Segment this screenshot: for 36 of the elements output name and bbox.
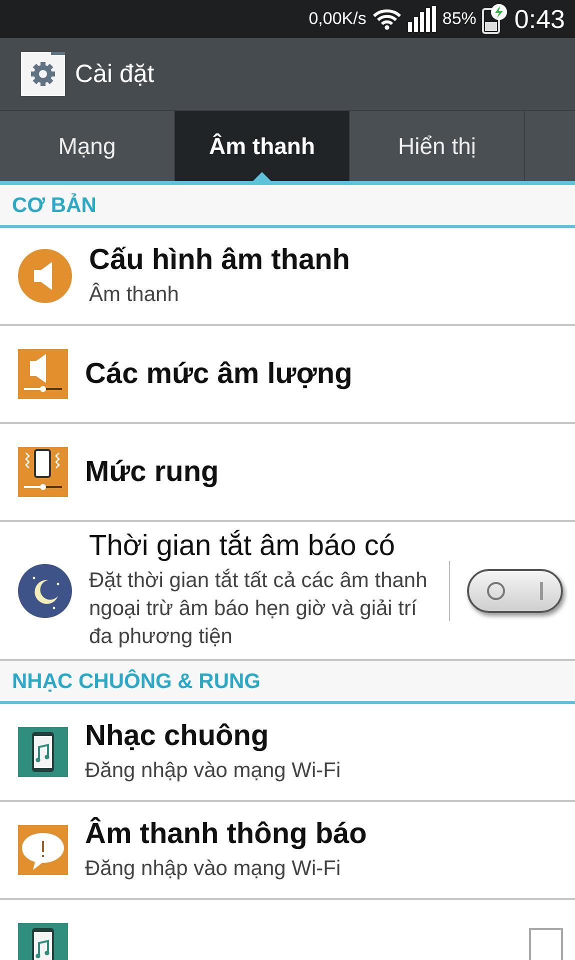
row-subtitle: Âm thanh [89,282,180,308]
battery-charging-icon [482,4,508,34]
speech-bubble-icon [18,825,68,875]
tab[interactable]: Mạng [0,111,175,181]
battery-percent: 85% [442,9,476,29]
checkbox[interactable] [529,928,563,960]
row-title: Thời gian tắt âm báo có [89,530,396,563]
row-title: Âm thanh thông báo [85,818,368,850]
app-title: Cài đặt [75,60,154,88]
network-speed: 0,00K/s [308,9,366,29]
row-subtitle: Đặt thời gian tắt tất cả các âm thanh ngoại trừ âm báo hẹn giờ và giải trí đa phương tiện [89,568,428,650]
section-header: CƠ BẢN [0,185,575,228]
settings-row[interactable]: Cấu hình âm thanh Âm thanh [0,228,575,326]
row-title: Cấu hình âm thanh [89,244,351,276]
clock: 0:43 [514,4,565,34]
row-subtitle: Đăng nhập vào mạng Wi-Fi [85,856,342,882]
volume-slider-icon [18,349,68,399]
speaker-icon [18,249,72,303]
settings-row[interactable]: Mức rung [0,424,575,522]
tab[interactable]: Hiển thị [350,111,525,181]
tab[interactable]: Âm thanh [175,111,350,181]
vibrating-phone-icon [18,447,68,497]
section-header: NHẠC CHUÔNG & RUNG [0,661,575,704]
toggle-switch[interactable] [467,568,563,612]
row-subtitle: Đăng nhập vào mạng Wi-Fi [85,758,342,784]
settings-row[interactable]: Các mức âm lượng [0,326,575,424]
moon-icon [18,564,72,618]
signal-icon [408,6,436,32]
row-title: Các mức âm lượng [85,358,354,390]
row-title: Mức rung [85,456,220,488]
settings-row[interactable]: Âm thanh thông báo Đăng nhập vào mạng Wi-Fi [0,802,575,900]
row-title: Nhạc chuông [85,720,270,752]
gear-icon[interactable] [21,52,65,96]
settings-row[interactable]: Nhạc chuông Đăng nhập vào mạng Wi-Fi [0,704,575,802]
wifi-icon [372,8,402,30]
phone-music-icon [18,727,68,777]
